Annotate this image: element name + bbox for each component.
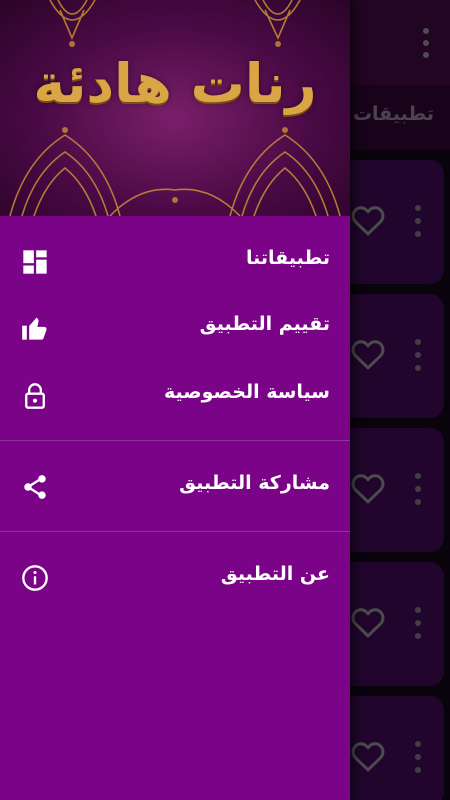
menu-item-label: تطبيقاتنا xyxy=(246,247,330,269)
menu-divider xyxy=(0,531,350,532)
menu-divider xyxy=(0,440,350,441)
menu-item-label: عن التطبيق xyxy=(220,563,330,585)
menu-item-label: سياسة الخصوصية xyxy=(163,381,330,403)
share-icon xyxy=(24,475,46,499)
menu-item-share-app[interactable]: مشاركة التطبيق xyxy=(0,457,350,517)
lock-icon xyxy=(25,383,45,409)
info-icon xyxy=(22,565,48,591)
thumbs-up-icon xyxy=(22,317,47,340)
drawer-header: رنات هادئة xyxy=(0,0,350,216)
menu-item-privacy-policy[interactable]: سياسة الخصوصية xyxy=(0,366,350,426)
dashboard-icon xyxy=(23,250,47,274)
menu-item-rate-app[interactable]: تقييم التطبيق xyxy=(0,298,350,358)
menu-item-about-app[interactable]: عن التطبيق xyxy=(0,548,350,608)
menu-item-our-apps[interactable]: تطبيقاتنا xyxy=(0,232,350,292)
navigation-drawer: رنات هادئة تطبيقاتنا تقييم التطبيق سياسة… xyxy=(0,0,350,800)
menu-item-label: تقييم التطبيق xyxy=(199,313,330,335)
menu-item-label: مشاركة التطبيق xyxy=(179,472,330,494)
app-title: رنات هادئة xyxy=(33,52,317,115)
